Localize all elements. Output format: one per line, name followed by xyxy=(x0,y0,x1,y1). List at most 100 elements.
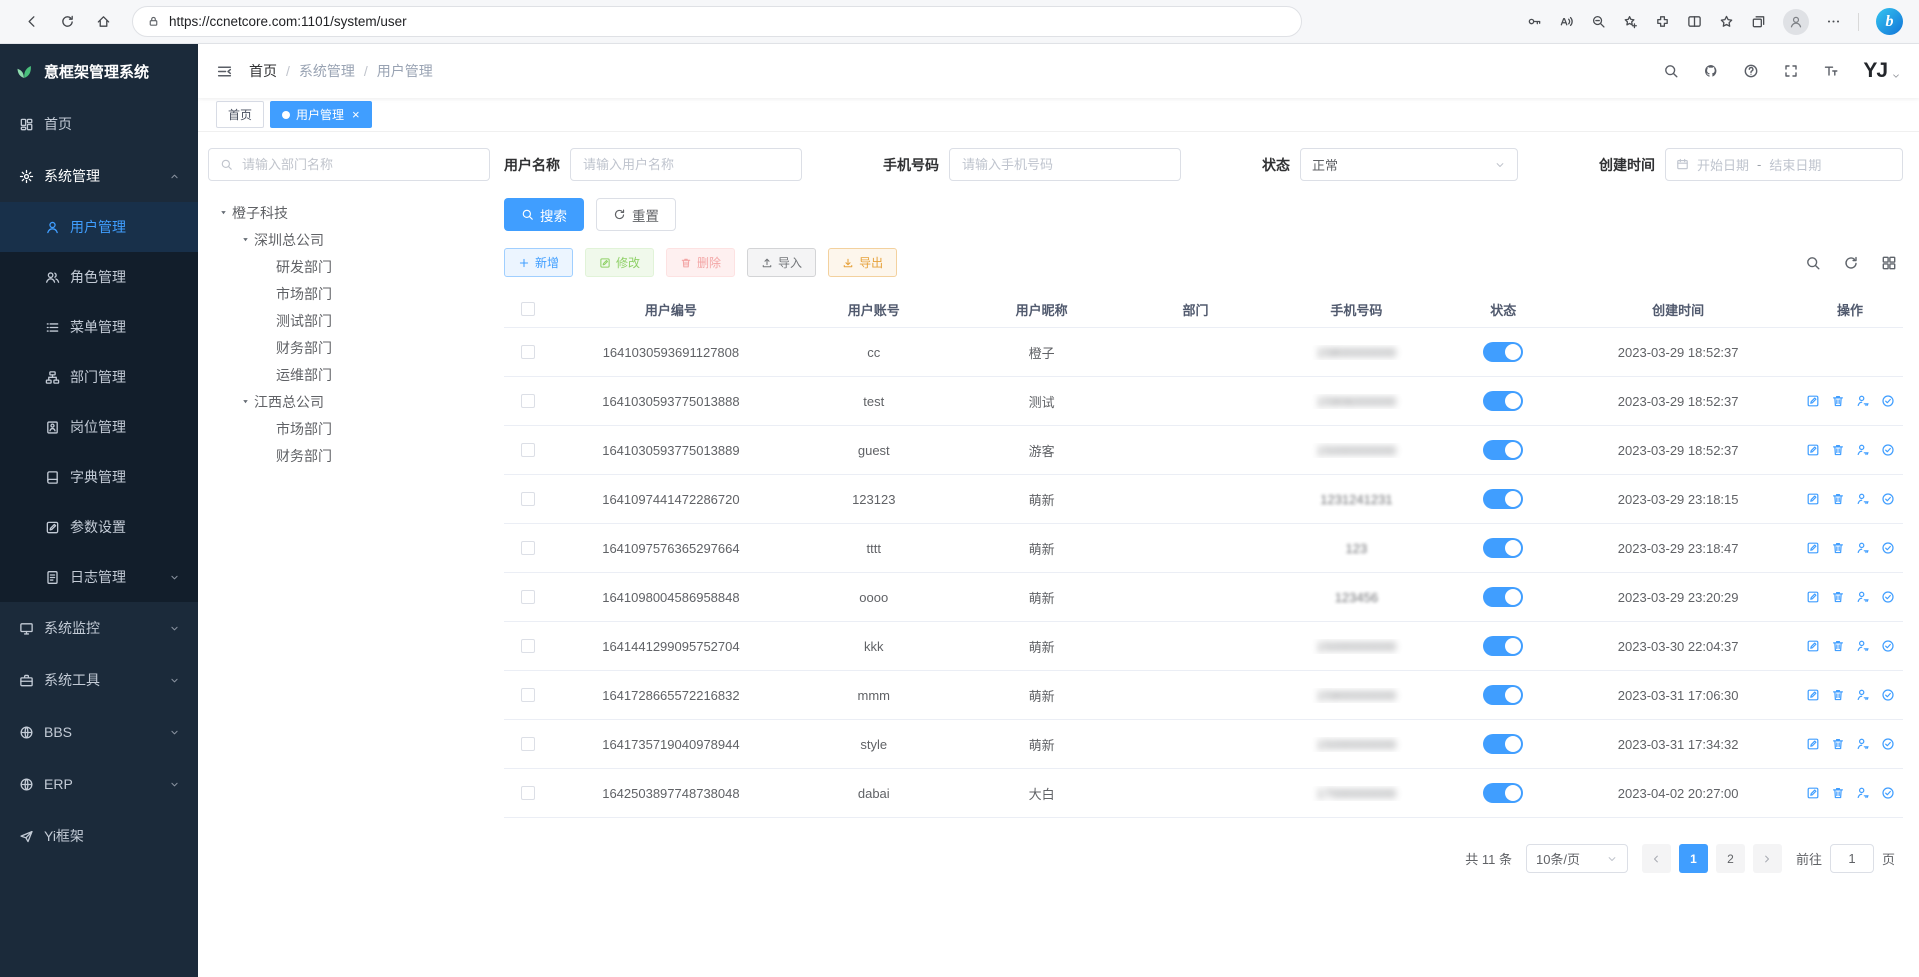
status-toggle[interactable] xyxy=(1483,783,1523,803)
reset-password-button[interactable] xyxy=(1856,394,1870,408)
favorites-icon[interactable] xyxy=(1719,14,1734,29)
edit-button[interactable] xyxy=(1806,590,1820,604)
status-toggle[interactable] xyxy=(1483,440,1523,460)
page-button-2[interactable]: 2 xyxy=(1716,844,1745,873)
tab-close-icon[interactable]: × xyxy=(352,107,360,122)
export-button[interactable]: 导出 xyxy=(828,248,897,277)
assign-role-button[interactable] xyxy=(1881,590,1895,604)
edit-button[interactable] xyxy=(1806,737,1820,751)
bing-icon[interactable]: b xyxy=(1876,8,1903,35)
search-button[interactable]: 搜索 xyxy=(504,198,584,231)
assign-role-button[interactable] xyxy=(1881,786,1895,800)
reset-password-button[interactable] xyxy=(1856,590,1870,604)
select-all-checkbox[interactable] xyxy=(521,302,535,316)
prev-page-button[interactable] xyxy=(1642,844,1671,873)
table-search-icon[interactable] xyxy=(1805,255,1821,271)
status-toggle[interactable] xyxy=(1483,538,1523,558)
status-toggle[interactable] xyxy=(1483,636,1523,656)
sidebar-item-system[interactable]: 系统管理 xyxy=(0,150,198,202)
sidebar-item-bbs[interactable]: BBS xyxy=(0,706,198,758)
edit-button[interactable] xyxy=(1806,688,1820,702)
row-checkbox[interactable] xyxy=(521,639,535,653)
row-checkbox[interactable] xyxy=(521,443,535,457)
username-input[interactable] xyxy=(570,148,802,181)
status-toggle[interactable] xyxy=(1483,587,1523,607)
reset-password-button[interactable] xyxy=(1856,492,1870,506)
delete-button[interactable] xyxy=(1831,394,1845,408)
edit-button[interactable] xyxy=(1806,443,1820,457)
browser-back-button[interactable] xyxy=(16,7,46,37)
row-checkbox[interactable] xyxy=(521,541,535,555)
status-toggle[interactable] xyxy=(1483,734,1523,754)
department-search-input[interactable] xyxy=(240,156,478,173)
edit-button[interactable] xyxy=(1806,786,1820,800)
tree-node[interactable]: 财务部门 xyxy=(208,442,490,469)
tree-node[interactable]: 市场部门 xyxy=(208,280,490,307)
breadcrumb-home[interactable]: 首页 xyxy=(249,61,277,81)
modify-button[interactable]: 修改 xyxy=(585,248,654,277)
sidebar-item-config[interactable]: 参数设置 xyxy=(0,502,198,552)
zoom-out-icon[interactable] xyxy=(1591,14,1606,29)
address-bar[interactable]: https://ccnetcore.com:1101/system/user xyxy=(132,6,1302,37)
question-icon[interactable] xyxy=(1743,63,1759,79)
assign-role-button[interactable] xyxy=(1881,639,1895,653)
reset-password-button[interactable] xyxy=(1856,688,1870,702)
edit-button[interactable] xyxy=(1806,492,1820,506)
extensions-icon[interactable] xyxy=(1655,14,1670,29)
status-toggle[interactable] xyxy=(1483,391,1523,411)
tree-node[interactable]: 财务部门 xyxy=(208,334,490,361)
assign-role-button[interactable] xyxy=(1881,688,1895,702)
search-icon[interactable] xyxy=(1663,63,1679,79)
reset-password-button[interactable] xyxy=(1856,786,1870,800)
tree-node[interactable]: 测试部门 xyxy=(208,307,490,334)
read-aloud-icon[interactable] xyxy=(1559,14,1574,29)
favorites-add-icon[interactable] xyxy=(1623,14,1638,29)
menu-fold-icon[interactable] xyxy=(216,63,233,80)
reset-password-button[interactable] xyxy=(1856,639,1870,653)
sidebar-item-post[interactable]: 岗位管理 xyxy=(0,402,198,452)
status-toggle[interactable] xyxy=(1483,342,1523,362)
page-size-select[interactable]: 10条/页 xyxy=(1526,844,1628,873)
row-checkbox[interactable] xyxy=(521,590,535,604)
sidebar-item-user[interactable]: 用户管理 xyxy=(0,202,198,252)
import-button[interactable]: 导入 xyxy=(747,248,816,277)
sidebar-item-erp[interactable]: ERP xyxy=(0,758,198,810)
font-size-icon[interactable] xyxy=(1823,63,1839,79)
sidebar-item-tool[interactable]: 系统工具 xyxy=(0,654,198,706)
tree-node[interactable]: 深圳总公司 xyxy=(208,226,490,253)
delete-button[interactable] xyxy=(1831,443,1845,457)
row-checkbox[interactable] xyxy=(521,345,535,359)
delete-button[interactable] xyxy=(1831,541,1845,555)
delete-button[interactable] xyxy=(1831,590,1845,604)
sidebar-item-dict[interactable]: 字典管理 xyxy=(0,452,198,502)
tree-node[interactable]: 江西总公司 xyxy=(208,388,490,415)
user-logo[interactable]: YJ xyxy=(1863,59,1901,83)
reset-password-button[interactable] xyxy=(1856,541,1870,555)
status-select[interactable]: 正常 xyxy=(1300,148,1518,181)
delete-button[interactable] xyxy=(1831,786,1845,800)
key-icon[interactable] xyxy=(1527,14,1542,29)
sidebar-item-dept[interactable]: 部门管理 xyxy=(0,352,198,402)
reset-password-button[interactable] xyxy=(1856,443,1870,457)
fullscreen-icon[interactable] xyxy=(1783,63,1799,79)
edit-button[interactable] xyxy=(1806,639,1820,653)
table-columns-icon[interactable] xyxy=(1881,255,1897,271)
row-checkbox[interactable] xyxy=(521,492,535,506)
delete-button[interactable] xyxy=(1831,492,1845,506)
delete-button[interactable]: 删除 xyxy=(666,248,735,277)
delete-button[interactable] xyxy=(1831,688,1845,702)
tab-home[interactable]: 首页 xyxy=(216,101,264,128)
status-toggle[interactable] xyxy=(1483,685,1523,705)
delete-button[interactable] xyxy=(1831,639,1845,653)
tab-user-management[interactable]: 用户管理 × xyxy=(270,101,372,128)
next-page-button[interactable] xyxy=(1753,844,1782,873)
table-refresh-icon[interactable] xyxy=(1843,255,1859,271)
split-screen-icon[interactable] xyxy=(1687,14,1702,29)
collections-icon[interactable] xyxy=(1751,14,1766,29)
reset-button[interactable]: 重置 xyxy=(596,198,676,231)
tree-node[interactable]: 市场部门 xyxy=(208,415,490,442)
github-icon[interactable] xyxy=(1703,63,1719,79)
assign-role-button[interactable] xyxy=(1881,492,1895,506)
profile-avatar[interactable] xyxy=(1783,9,1809,35)
add-button[interactable]: 新增 xyxy=(504,248,573,277)
